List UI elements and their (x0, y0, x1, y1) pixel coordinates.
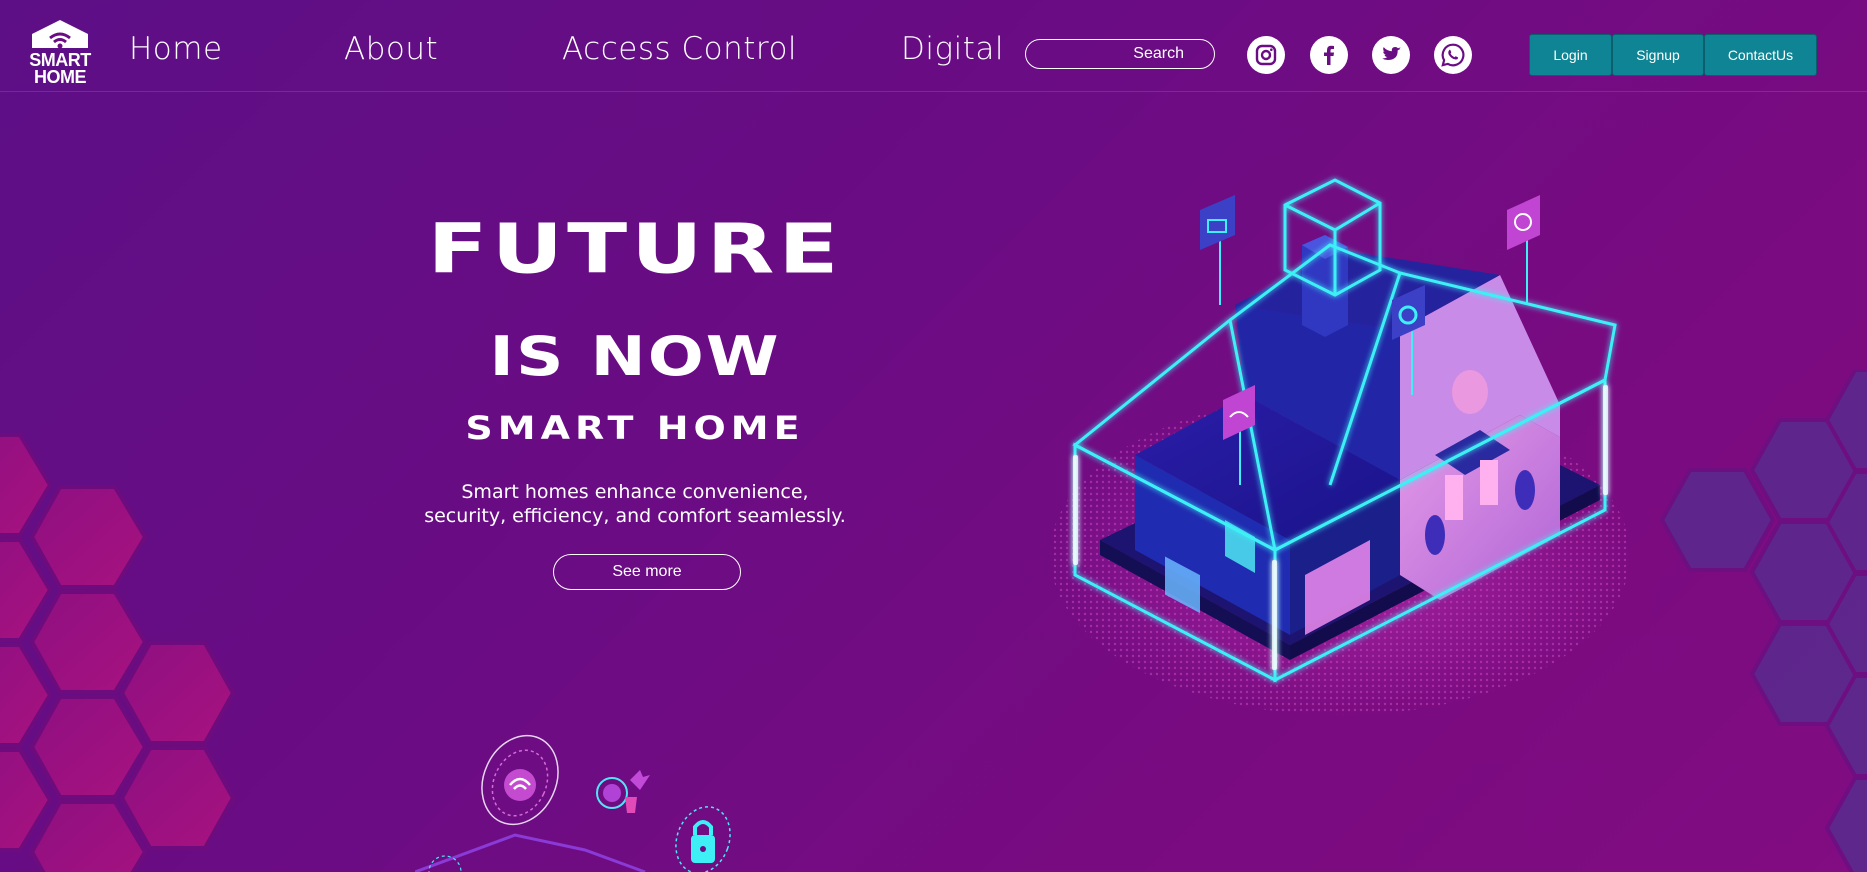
twitter-icon (1381, 47, 1401, 60)
bulb-icon (596, 770, 650, 813)
instagram-button[interactable] (1247, 36, 1285, 74)
left-hexagon-decoration (0, 433, 236, 872)
smart-house-illustration (1050, 178, 1630, 715)
hero-heading-is-now: IS NOW (489, 325, 781, 389)
facebook-button[interactable] (1310, 36, 1348, 74)
logo-line-2: HOME (34, 67, 87, 87)
house-wifi-icon (32, 20, 88, 49)
padlock-icon (675, 806, 731, 872)
users-sensor-icon (1507, 195, 1540, 305)
nav-home[interactable]: Home (129, 34, 223, 65)
wifi-ring-icon (481, 734, 559, 826)
hero-description-line-2: security, efficiency, and comfort seamle… (424, 505, 846, 527)
search-input[interactable] (1026, 40, 1214, 68)
hero-heading-future: FUTURE (427, 208, 843, 290)
nav-digital[interactable]: Digital (901, 34, 1004, 65)
nav-about[interactable]: About (344, 34, 438, 65)
top-navigation: SMART HOME Home About Access Control Dig… (0, 0, 1867, 92)
bottom-smart-icons-illustration (415, 734, 731, 872)
hero-heading-smart-home: SMART HOME (465, 409, 805, 447)
facebook-icon (1324, 45, 1334, 65)
battery-sensor-icon (1200, 195, 1235, 305)
hero-description: Smart homes enhance convenience, securit… (405, 480, 865, 528)
hero-description-line-1: Smart homes enhance convenience, (461, 481, 809, 503)
right-hexagon-decoration (1660, 370, 1867, 872)
nav-access-control[interactable]: Access Control (562, 34, 797, 65)
whatsapp-icon (1441, 43, 1465, 67)
instagram-icon (1255, 44, 1277, 66)
contact-us-button[interactable]: ContactUs (1704, 34, 1817, 76)
twitter-button[interactable] (1372, 36, 1410, 74)
see-more-button[interactable]: See more (553, 554, 741, 590)
smart-home-logo[interactable]: SMART HOME (20, 18, 100, 88)
signup-button[interactable]: Signup (1612, 34, 1704, 76)
whatsapp-button[interactable] (1434, 36, 1472, 74)
login-button[interactable]: Login (1529, 34, 1612, 76)
search-box (1025, 39, 1215, 69)
